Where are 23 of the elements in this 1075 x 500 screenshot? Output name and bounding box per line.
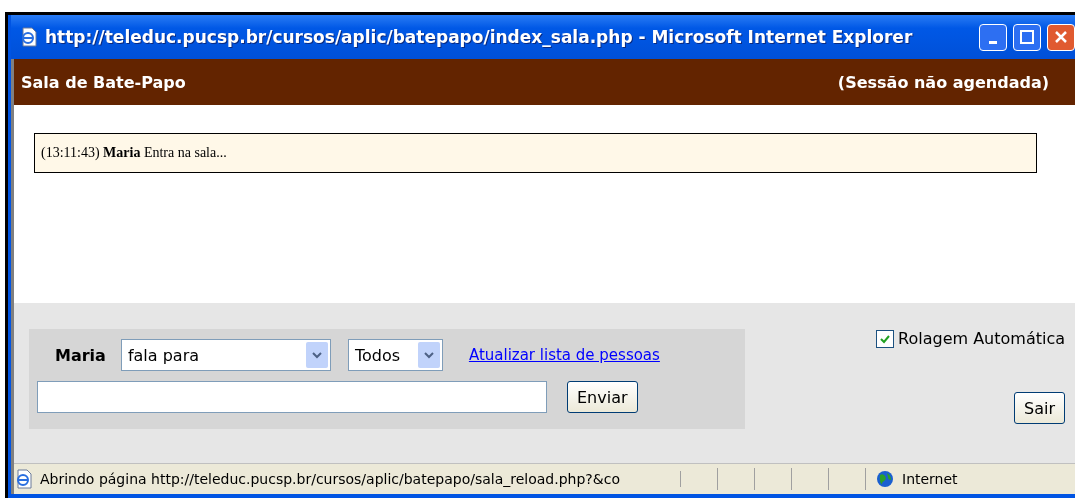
status-text: Abrindo página http://teleduc.pucsp.br/cursos/aplic/batepapo/sala_reload.php?&co xyxy=(34,471,681,487)
maximize-button[interactable] xyxy=(1013,23,1041,51)
auto-scroll-checkbox[interactable]: Rolagem Automática xyxy=(876,329,1065,348)
page-icon xyxy=(14,469,34,489)
refresh-list-link[interactable]: Atualizar lista de pessoas xyxy=(468,346,660,364)
window-title: http://teleduc.pucsp.br/cursos/aplic/batepapo/index_sala.php - Microsoft Internet Explorer xyxy=(45,27,914,47)
send-button[interactable]: Enviar xyxy=(567,381,638,413)
room-title: Sala de Bate-Papo xyxy=(21,72,186,92)
chat-message: (13:11:43) Maria Entra na sala... xyxy=(34,133,1037,173)
recipient-dropdown[interactable]: Todos xyxy=(347,339,443,371)
close-button[interactable] xyxy=(1047,23,1075,51)
page-icon xyxy=(19,27,39,47)
close-icon xyxy=(1054,30,1068,44)
message-input[interactable] xyxy=(37,381,547,413)
minimize-button[interactable] xyxy=(979,23,1007,51)
verb-dropdown[interactable]: fala para xyxy=(120,339,331,371)
maximize-icon xyxy=(1020,30,1034,44)
globe-icon xyxy=(876,470,894,488)
minimize-icon xyxy=(989,40,997,44)
session-status: (Sessão não agendada) xyxy=(837,72,1049,92)
exit-button[interactable]: Sair xyxy=(1014,392,1065,424)
user-name: Maria xyxy=(55,345,106,365)
zone-label: Internet xyxy=(902,471,958,487)
